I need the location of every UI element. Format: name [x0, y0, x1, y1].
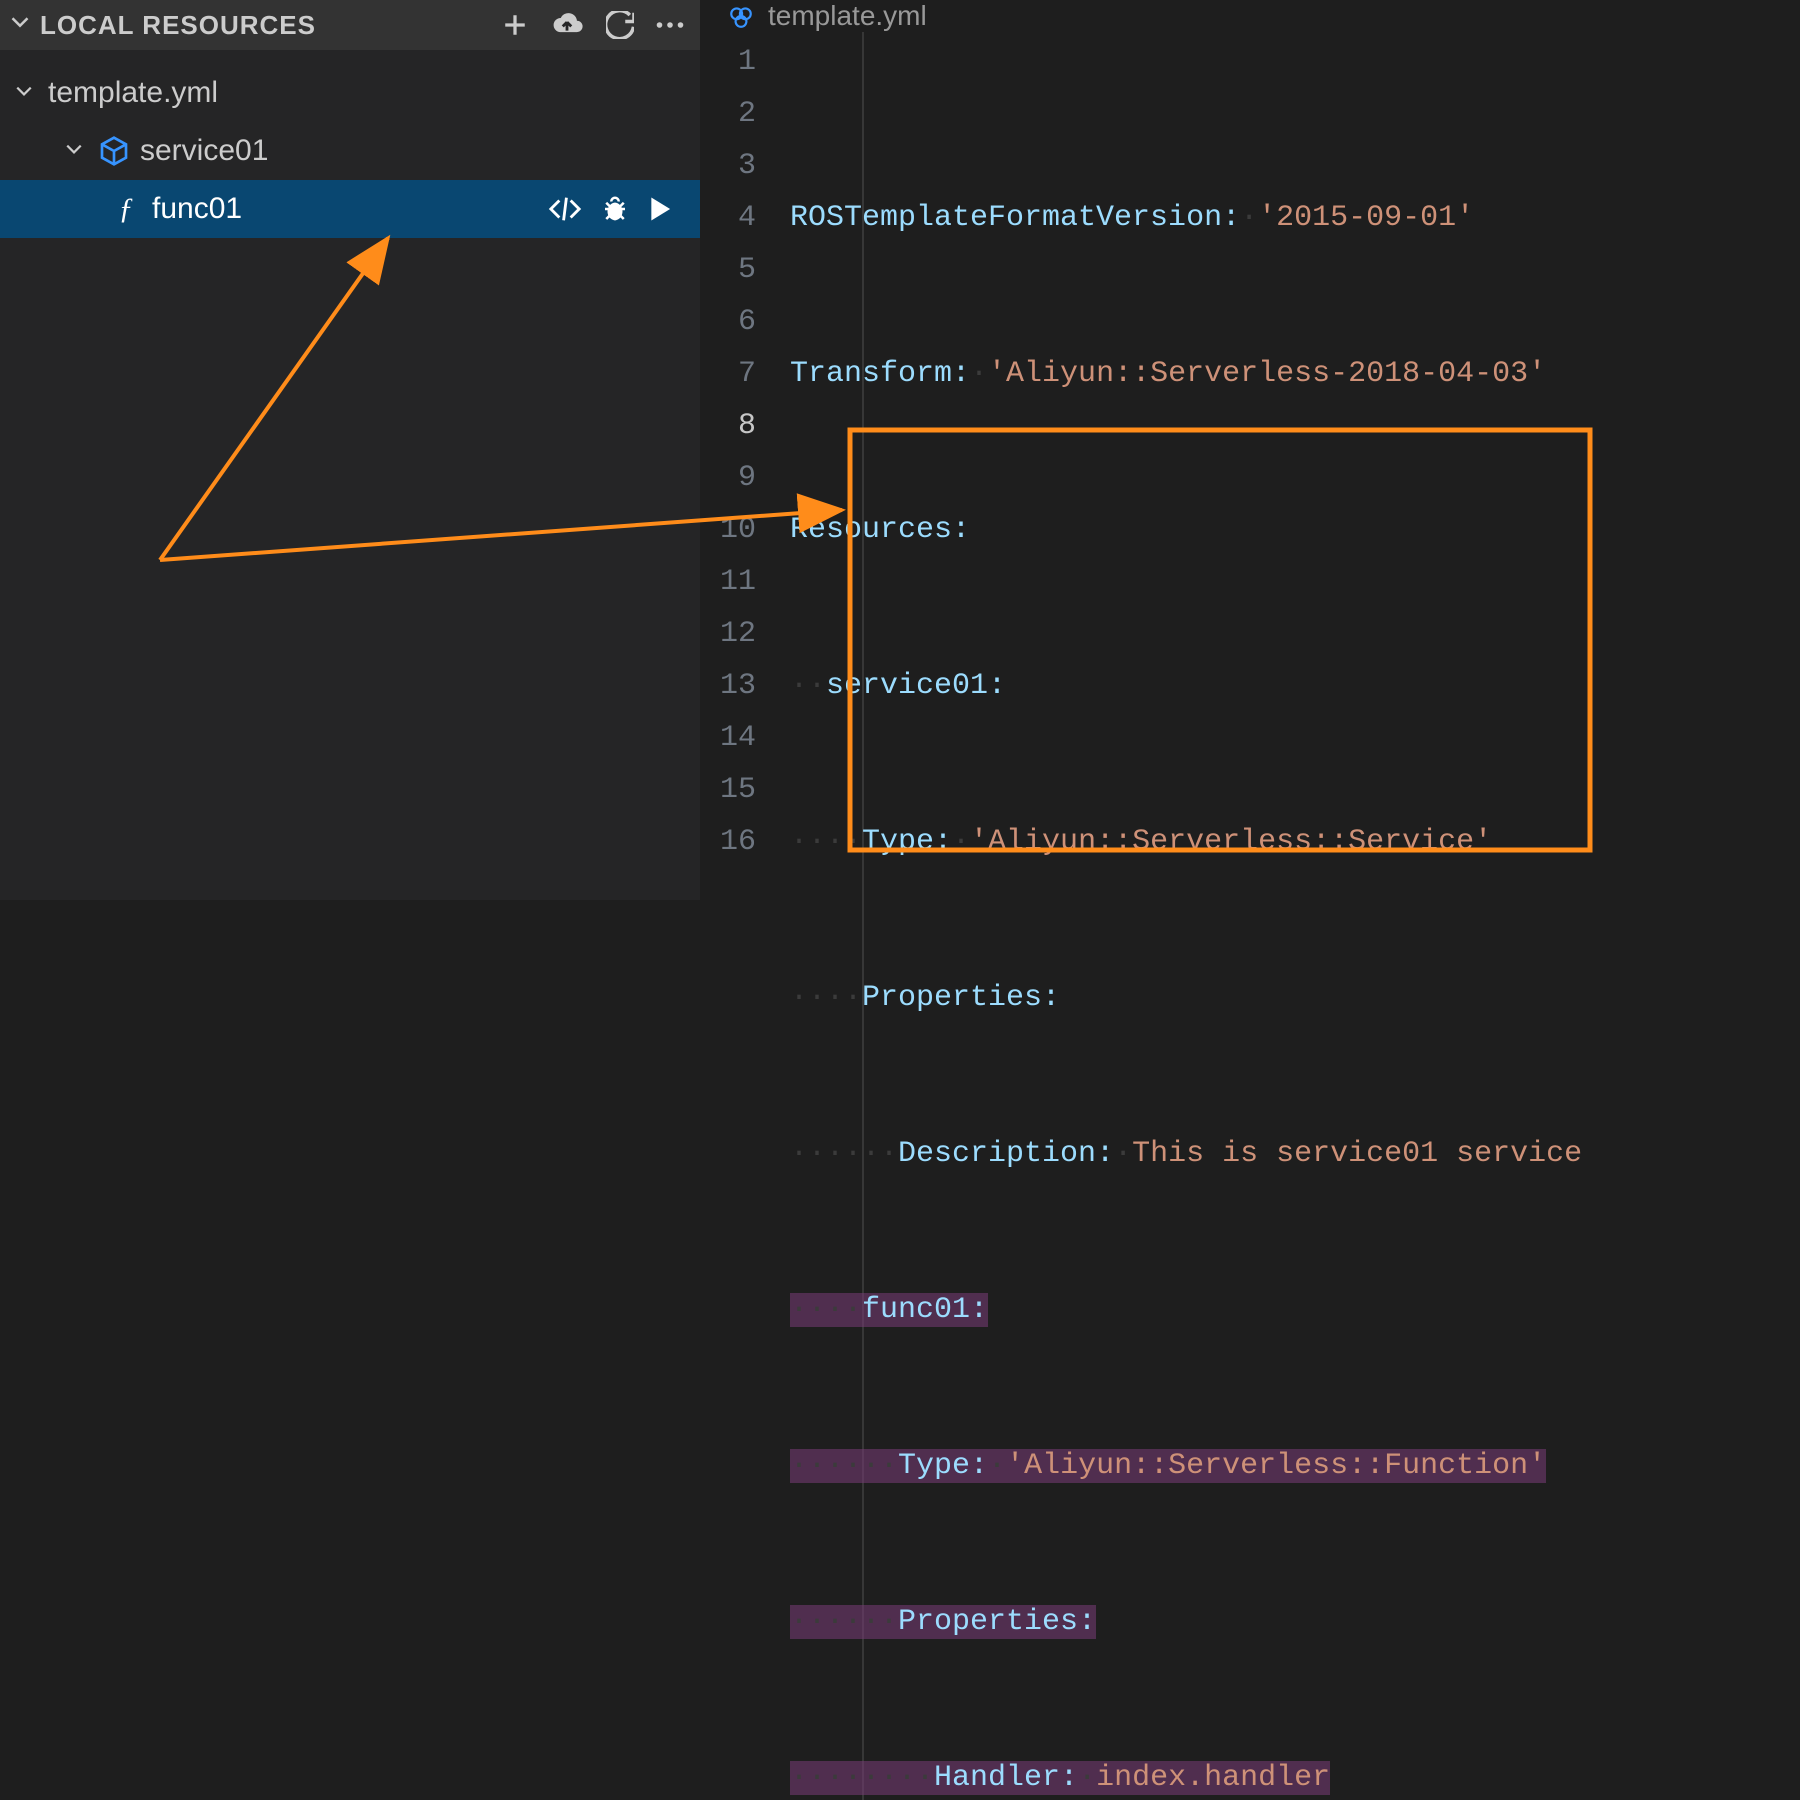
yaml-value: index.handler [1096, 1761, 1330, 1795]
code-area[interactable]: 1 2 3 4 5 6 7 8 9 10 11 12 13 14 15 16 R… [700, 32, 1800, 1800]
tree-item-label: func01 [152, 192, 538, 226]
line-number: 9 [700, 452, 756, 504]
sidebar-header: LOCAL RESOURCES [0, 0, 700, 50]
add-icon[interactable] [502, 12, 528, 38]
code-lines[interactable]: ROSTemplateFormatVersion:·'2015-09-01' T… [790, 32, 1800, 1800]
line-number: 12 [700, 608, 756, 660]
yaml-key: Transform: [790, 357, 970, 391]
app-root: LOCAL RESOURCES [0, 0, 1800, 900]
line-number: 6 [700, 296, 756, 348]
yaml-key: service01: [826, 669, 1006, 703]
chevron-down-icon[interactable] [60, 138, 88, 164]
yaml-value: 'Aliyun::Serverless-2018-04-03' [988, 357, 1546, 391]
line-number: 10 [700, 504, 756, 556]
yaml-value: 'Aliyun::Serverless::Service' [970, 825, 1492, 859]
sidebar-actions [502, 11, 690, 39]
line-number: 5 [700, 244, 756, 296]
yaml-key: Type: [862, 825, 952, 859]
chevron-down-icon[interactable] [10, 80, 38, 106]
tree-item-service[interactable]: service01 [0, 122, 700, 180]
box-icon [98, 135, 130, 167]
line-number: 15 [700, 764, 756, 816]
yaml-key: Resources: [790, 513, 970, 547]
tree-item-label: template.yml [48, 76, 700, 110]
editor: template.yml 1 2 3 4 5 6 7 8 9 10 11 12 … [700, 0, 1800, 900]
line-number: 4 [700, 192, 756, 244]
function-icon: ƒ [110, 192, 142, 226]
yaml-key: Type: [898, 1449, 988, 1483]
yaml-key: ROSTemplateFormatVersion: [790, 201, 1240, 235]
sidebar: LOCAL RESOURCES [0, 0, 700, 900]
tab-filename: template.yml [768, 0, 927, 32]
yaml-value: This is service01 service [1132, 1137, 1582, 1171]
tree-item-label: service01 [140, 134, 700, 168]
yaml-key: Properties: [898, 1605, 1096, 1639]
function-row-actions [548, 194, 700, 224]
line-number: 8 [700, 400, 756, 452]
tree-item-function[interactable]: ƒ func01 [0, 180, 700, 238]
bug-icon[interactable] [600, 194, 630, 224]
yaml-value: '2015-09-01' [1258, 201, 1474, 235]
line-number: 13 [700, 660, 756, 712]
line-number: 1 [700, 36, 756, 88]
line-number: 3 [700, 140, 756, 192]
line-number: 11 [700, 556, 756, 608]
editor-tab[interactable]: template.yml [700, 0, 1800, 32]
yaml-key: Handler: [934, 1761, 1078, 1795]
cloud-upload-icon[interactable] [550, 12, 584, 38]
line-number: 14 [700, 712, 756, 764]
play-icon[interactable] [648, 196, 672, 222]
tree-item-template[interactable]: template.yml [0, 64, 700, 122]
line-number-gutter: 1 2 3 4 5 6 7 8 9 10 11 12 13 14 15 16 [700, 32, 790, 1800]
sidebar-title: LOCAL RESOURCES [40, 10, 496, 41]
line-number: 16 [700, 816, 756, 868]
chevron-down-icon[interactable] [6, 12, 34, 39]
yaml-key: Properties: [862, 981, 1060, 1015]
refresh-icon[interactable] [606, 11, 634, 39]
yaml-key: Description: [898, 1137, 1114, 1171]
line-number: 7 [700, 348, 756, 400]
yaml-key: func01: [862, 1293, 988, 1327]
file-icon [728, 3, 754, 29]
code-icon[interactable] [548, 197, 582, 221]
line-number: 2 [700, 88, 756, 140]
resource-tree: template.yml service01 ƒ func01 [0, 50, 700, 238]
yaml-value: 'Aliyun::Serverless::Function' [1006, 1449, 1546, 1483]
more-icon[interactable] [656, 21, 684, 29]
